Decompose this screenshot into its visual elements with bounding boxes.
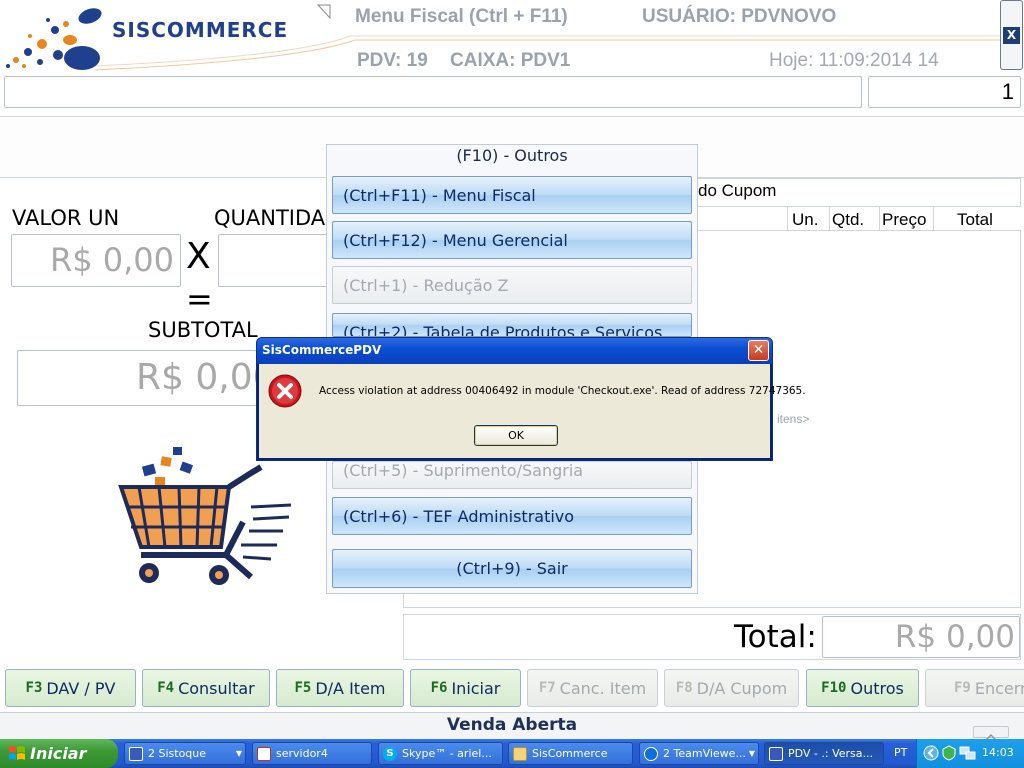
network-icon[interactable] xyxy=(959,745,977,761)
subtotal-label: SUBTOTAL xyxy=(148,318,258,342)
product-search-input[interactable] xyxy=(4,76,862,108)
subtotal-field: R$ 0,00 xyxy=(17,350,257,406)
column-un: Un. xyxy=(792,210,819,229)
f7-label: Canc. Item xyxy=(559,678,647,698)
valor-un-label: VALOR UN xyxy=(12,206,120,230)
tef-administrativo-button[interactable]: (Ctrl+6) - TEF Administrativo xyxy=(332,497,692,535)
f5-da-item-button[interactable]: F5 D/A Item xyxy=(276,669,404,707)
app-icon xyxy=(129,746,143,761)
f8-label: D/A Cupom xyxy=(696,678,788,698)
f4-key: F4 xyxy=(157,680,175,696)
menu-gerencial-button[interactable]: (Ctrl+F12) - Menu Gerencial xyxy=(332,221,692,259)
caixa-label: CAIXA: PDV1 xyxy=(450,50,571,71)
pdv-label: PDV: 19 xyxy=(357,50,428,71)
close-icon: ✕ xyxy=(752,342,765,358)
f9-encerrar-button[interactable]: F9 Encerr xyxy=(925,669,1024,707)
tray-expand-icon[interactable] xyxy=(923,745,939,761)
dropdown-arrow-icon: ▼ xyxy=(235,749,242,758)
total-value: R$ 0,00 xyxy=(822,616,1020,658)
reducao-z-button[interactable]: (Ctrl+1) - Redução Z xyxy=(332,266,692,304)
dialog-close-button[interactable]: ✕ xyxy=(748,340,769,361)
pdv-icon xyxy=(769,746,783,761)
quantity-input[interactable] xyxy=(868,76,1021,108)
column-total: Total xyxy=(957,210,993,229)
f4-consultar-button[interactable]: F4 Consultar xyxy=(142,669,270,707)
task-label: PDV - .: Versa... xyxy=(788,747,874,760)
f6-label: Iniciar xyxy=(451,678,501,698)
date-label: Hoje: 11:09:2014 14 xyxy=(769,50,939,71)
task-label: 2 Sistoque xyxy=(148,747,207,760)
close-icon: X xyxy=(1003,27,1020,44)
task-siscommerce[interactable]: SisCommerce xyxy=(508,742,633,765)
error-icon xyxy=(268,374,302,408)
language-indicator[interactable]: PT xyxy=(894,746,907,759)
f4-label: Consultar xyxy=(178,678,255,698)
task-pdv[interactable]: PDV - .: Versa... xyxy=(764,742,884,765)
brand-name: SISCOMMERCE xyxy=(112,18,289,42)
f8-key: F8 xyxy=(675,680,693,696)
valor-un-field: R$ 0,00 xyxy=(11,234,181,287)
dialog-message: Access violation at address 00406492 in … xyxy=(319,385,806,397)
security-shield-icon[interactable] xyxy=(941,745,957,761)
total-label: Total: xyxy=(734,619,817,655)
close-app-button[interactable]: X xyxy=(1000,0,1023,70)
f9-label: Encerr xyxy=(974,678,1024,698)
task-label: SisCommerce xyxy=(532,747,608,760)
folder-icon xyxy=(513,746,527,761)
start-button[interactable]: Iniciar xyxy=(0,739,118,768)
task-label: servidor4 xyxy=(276,747,328,760)
sair-button[interactable]: (Ctrl+9) - Sair xyxy=(332,549,692,588)
user-label: USUÁRIO: PDVNOVO xyxy=(642,6,837,27)
ok-button[interactable]: OK xyxy=(474,425,558,446)
task-servidor4[interactable]: servidor4 xyxy=(252,742,372,765)
f10-outros-button[interactable]: F10 Outros xyxy=(806,669,919,707)
f8-da-cupom-button[interactable]: F8 D/A Cupom xyxy=(664,669,799,707)
taskbar-clock[interactable]: 14:03 xyxy=(982,746,1014,759)
quantidade-label: QUANTIDA xyxy=(214,206,326,230)
task-label: Skype™ - ariel... xyxy=(402,747,492,760)
equals-sign: = xyxy=(186,280,213,318)
app-header: SISCOMMERCE Menu Fiscal (Ctrl + F11) USU… xyxy=(0,0,1024,76)
column-qtd: Qtd. xyxy=(832,210,865,229)
column-preco: Preço xyxy=(882,210,927,229)
f3-dav-pv-button[interactable]: F3 DAV / PV xyxy=(5,669,136,707)
dialog-title: SisCommercePDV xyxy=(262,343,382,357)
start-label: Iniciar xyxy=(30,744,87,763)
quantidade-field xyxy=(218,234,328,287)
f5-key: F5 xyxy=(294,680,312,696)
f6-iniciar-button[interactable]: F6 Iniciar xyxy=(410,669,521,707)
suprimento-sangria-button[interactable]: (Ctrl+5) - Suprimento/Sangria xyxy=(332,461,692,489)
f10-key: F10 xyxy=(821,680,847,696)
scroll-up-button[interactable] xyxy=(973,726,1009,741)
f9-key: F9 xyxy=(954,680,971,696)
multiply-sign: X xyxy=(186,236,211,277)
f6-key: F6 xyxy=(430,680,448,696)
menu-title: Menu Fiscal (Ctrl + F11) xyxy=(355,6,568,27)
task-label: 2 TeamViewe... xyxy=(663,747,746,760)
task-skype[interactable]: S Skype™ - ariel... xyxy=(378,742,503,765)
windows-logo-icon xyxy=(9,746,25,760)
task-sistoque[interactable]: 2 Sistoque ▼ xyxy=(124,742,246,765)
remote-icon xyxy=(257,746,271,761)
f5-label: D/A Item xyxy=(315,678,386,698)
f3-key: F3 xyxy=(25,680,43,696)
status-text: Venda Aberta xyxy=(446,715,578,735)
menu-fiscal-button[interactable]: (Ctrl+F11) - Menu Fiscal xyxy=(332,176,692,214)
f3-label: DAV / PV xyxy=(46,678,116,698)
f10-label: Outros xyxy=(850,678,904,698)
tabela-produtos-button[interactable]: (Ctrl+2) - Tabela de Produtos e Serviços xyxy=(332,313,692,337)
f7-key: F7 xyxy=(538,680,556,696)
cupom-title: do Cupom xyxy=(698,181,777,200)
teamviewer-icon xyxy=(644,746,658,761)
task-teamviewer[interactable]: 2 TeamViewe... ▼ xyxy=(639,742,759,765)
skype-icon: S xyxy=(383,746,397,761)
outros-menu-title: (F10) - Outros xyxy=(456,146,568,165)
f7-canc-item-button[interactable]: F7 Canc. Item xyxy=(527,669,658,707)
dropdown-arrow-icon: ▼ xyxy=(748,749,755,758)
cupom-empty-text: itens> xyxy=(777,412,810,426)
